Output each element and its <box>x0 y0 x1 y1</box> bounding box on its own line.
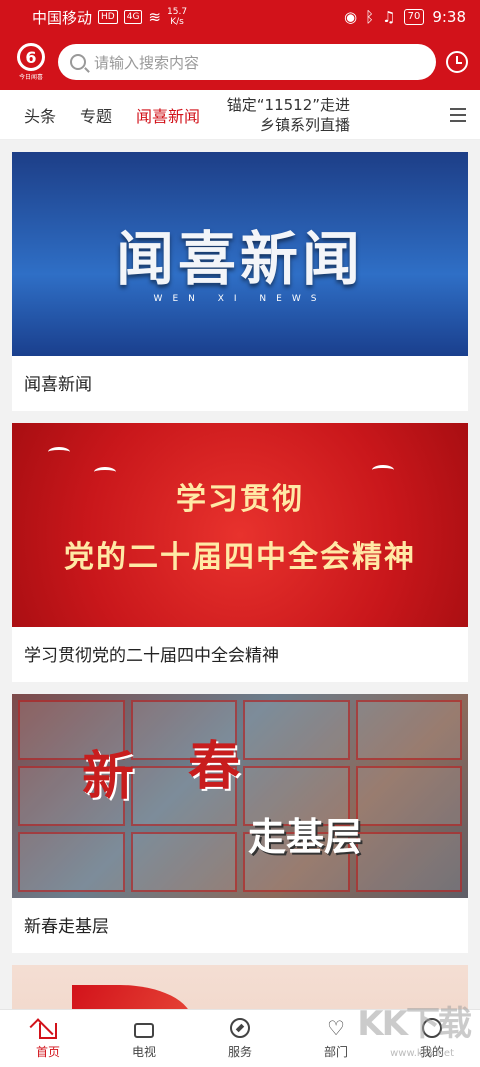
nav-label: 服务 <box>227 1045 252 1059</box>
tv-icon <box>134 1022 154 1038</box>
clock-time: 9:38 <box>432 8 466 26</box>
card-banner: 闻喜新闻 WEN XI NEWS <box>12 152 468 356</box>
news-card[interactable]: 新 春 走基层 新春走基层 <box>12 694 468 953</box>
eye-icon: ◉ <box>344 8 358 26</box>
nav-label: 部门 <box>323 1045 348 1059</box>
search-input[interactable]: 请输入搜索内容 <box>58 44 436 80</box>
status-bar: 中国移动 HD 4G ≋ 15.7 K/s ◉ ᛒ ♫ 70 9:38 <box>0 0 480 34</box>
banner-title: 劳动 <box>232 999 312 1009</box>
banner-word-2: 春 <box>188 737 241 797</box>
watermark: KK下载 <box>357 1004 472 1044</box>
bottom-navigation: 首页 电视 服务 ♡ 部门 我的 KK下载 www.kkx.net <box>0 1004 480 1067</box>
logo-mark: 6 <box>17 43 45 71</box>
nav-label: 电视 <box>131 1045 156 1059</box>
banner-word-3: 走基层 <box>248 815 363 859</box>
tab-wenxi-news[interactable]: 闻喜新闻 <box>112 103 200 127</box>
dove-icon <box>48 447 70 457</box>
search-placeholder: 请输入搜索内容 <box>94 53 200 72</box>
home-icon <box>39 1023 57 1039</box>
network-speed: 15.7 K/s <box>167 7 187 27</box>
network-badge: 4G <box>123 10 143 24</box>
nav-tv[interactable]: 电视 <box>96 1010 192 1067</box>
speed-value: 15.7 <box>167 7 188 17</box>
nav-home[interactable]: 首页 <box>0 1010 96 1067</box>
banner-line-2: 党的二十届四中全会精神 <box>64 540 416 575</box>
wifi-icon: ≋ <box>148 8 161 26</box>
watermark-url: www.kkx.net <box>390 1048 454 1059</box>
bluetooth-icon: ᛒ <box>365 8 375 26</box>
dove-icon <box>94 467 116 477</box>
compass-icon <box>230 1018 250 1038</box>
menu-icon[interactable] <box>450 107 466 122</box>
flag-graphic <box>72 985 192 1009</box>
speed-unit: K/s <box>170 17 184 27</box>
news-feed: 闻喜新闻 WEN XI NEWS 闻喜新闻 学习贯彻 党的二十届四中全会精神 学… <box>12 152 468 1009</box>
search-icon <box>70 54 86 70</box>
carrier-label: 中国移动 <box>32 8 93 27</box>
top-bar: 中国移动 HD 4G ≋ 15.7 K/s ◉ ᛒ ♫ 70 9:38 6 今日… <box>0 0 480 90</box>
category-tabs: 头条 专题 闻喜新闻 锚定“11512”走进乡镇系列直播 <box>0 90 480 140</box>
nav-services[interactable]: 服务 <box>192 1010 288 1067</box>
dove-icon <box>372 465 394 475</box>
heart-icon: ♡ <box>327 1016 345 1040</box>
news-card[interactable]: 学习贯彻 党的二十届四中全会精神 学习贯彻党的二十届四中全会精神 <box>12 423 468 682</box>
logo-text: 今日闻喜 <box>18 74 43 81</box>
banner-word-1: 新 <box>82 747 135 807</box>
news-card[interactable]: 闻喜新闻 WEN XI NEWS 闻喜新闻 <box>12 152 468 411</box>
card-title: 闻喜新闻 <box>24 375 92 395</box>
hd-badge: HD <box>98 10 118 24</box>
app-logo: 6 今日闻喜 <box>14 42 48 82</box>
tab-topics[interactable]: 专题 <box>56 103 112 127</box>
card-banner: 学习贯彻 党的二十届四中全会精神 <box>12 423 468 627</box>
card-title: 新春走基层 <box>24 917 109 937</box>
tab-headlines[interactable]: 头条 <box>0 103 56 127</box>
tab-live-series[interactable]: 锚定“11512”走进乡镇系列直播 <box>200 95 350 135</box>
mute-icon: ♫ <box>382 8 396 26</box>
banner-subtitle: WEN XI NEWS <box>153 294 327 304</box>
card-title: 学习贯彻党的二十届四中全会精神 <box>24 646 279 666</box>
battery-indicator: 70 <box>403 9 425 25</box>
app-header: 6 今日闻喜 请输入搜索内容 <box>0 34 480 90</box>
nav-label: 首页 <box>35 1045 60 1059</box>
banner-title: 闻喜新闻 <box>115 225 364 293</box>
banner-line-1: 学习贯彻 <box>176 482 304 517</box>
card-banner: 新 春 走基层 <box>12 694 468 898</box>
history-icon[interactable] <box>446 51 468 73</box>
